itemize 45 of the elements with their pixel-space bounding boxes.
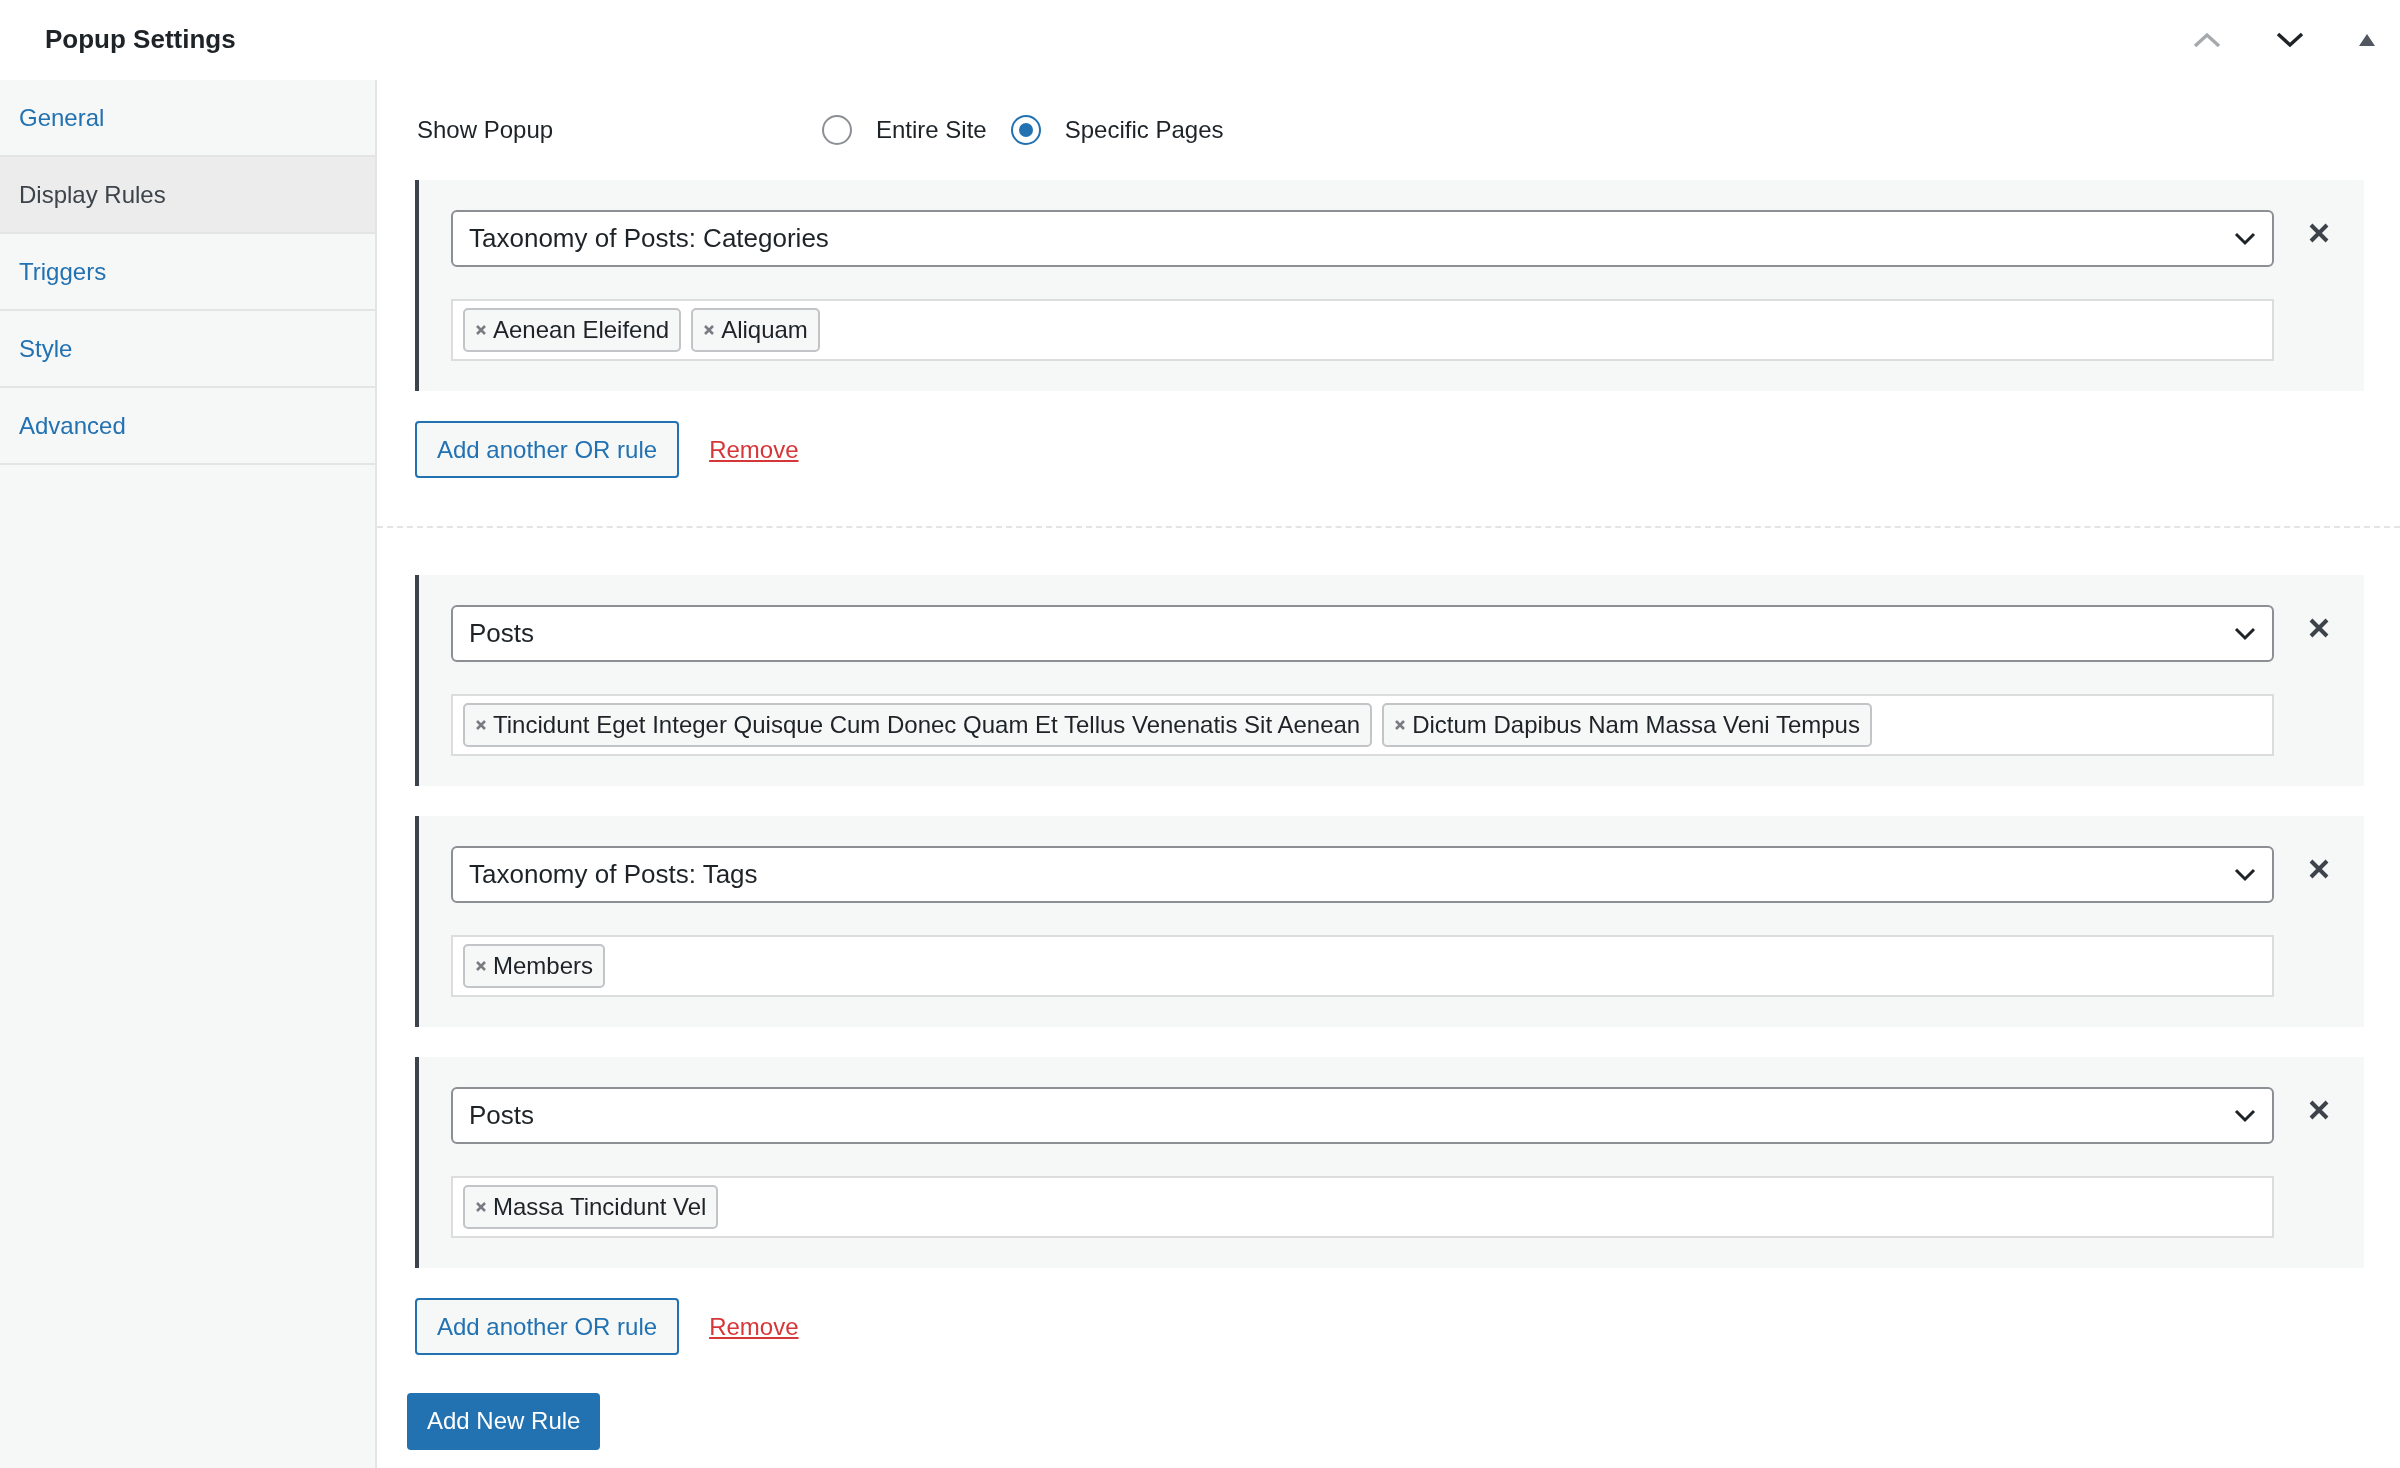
- chevron-down-icon[interactable]: [2234, 1108, 2256, 1123]
- tag-label: Members: [493, 951, 594, 981]
- close-icon[interactable]: [2308, 1099, 2330, 1121]
- remove-link[interactable]: Remove: [709, 431, 799, 468]
- add-new-rule-button[interactable]: Add New Rule: [407, 1392, 601, 1450]
- chevron-down-icon[interactable]: [2234, 231, 2256, 246]
- remove-icon[interactable]: [703, 324, 716, 336]
- sidebar-tab[interactable]: Display Rules: [0, 157, 375, 234]
- rule-type-select[interactable]: Posts: [451, 605, 2274, 662]
- panel-title: Popup Settings: [45, 24, 236, 56]
- remove-link[interactable]: Remove: [709, 1308, 799, 1345]
- sidebar-tab[interactable]: Triggers: [0, 234, 375, 311]
- tag-label: Massa Tincidunt Vel: [493, 1192, 707, 1222]
- radio-button[interactable]: [1010, 115, 1041, 145]
- remove-icon[interactable]: [1394, 719, 1407, 731]
- chevron-down-icon[interactable]: [2234, 626, 2256, 641]
- close-icon[interactable]: [2308, 222, 2330, 244]
- tag-label: Aliquam: [721, 315, 808, 345]
- tags-field[interactable]: Members: [451, 935, 2274, 997]
- close-icon[interactable]: [2308, 617, 2330, 639]
- add-or-rule-button[interactable]: Add another OR rule: [415, 1298, 680, 1355]
- close-icon[interactable]: [2308, 858, 2330, 880]
- chevron-down-icon[interactable]: [2276, 32, 2304, 48]
- radio-button[interactable]: [822, 115, 852, 145]
- remove-icon[interactable]: [475, 324, 487, 336]
- radio-label[interactable]: Specific Pages: [1064, 112, 1224, 148]
- tag-label: Tincidunt Eget Integer Quisque Cum Donec Quam Et Tellus Venenatis Sit Aenean: [493, 710, 1361, 740]
- tags-field[interactable]: Massa Tincidunt Vel: [451, 1176, 2274, 1238]
- remove-icon[interactable]: [475, 719, 487, 731]
- remove-icon[interactable]: [475, 1201, 487, 1213]
- tags-field[interactable]: Aenean Eleifend Aliquam: [451, 299, 2274, 361]
- rule-type-select[interactable]: Taxonomy of Posts: Tags: [451, 846, 2274, 903]
- tags-field[interactable]: Tincidunt Eget Integer Quisque Cum Donec Quam Et Tellus Venenatis Sit Aenean Dictum Dapibus Nam Massa Veni Tempus: [451, 694, 2274, 756]
- chevron-down-icon[interactable]: [2234, 867, 2256, 882]
- tag-label: Aenean Eleifend: [493, 315, 670, 345]
- sidebar-tab[interactable]: Advanced: [0, 388, 375, 465]
- rule-type-select[interactable]: Posts: [451, 1087, 2274, 1144]
- add-or-rule-button[interactable]: Add another OR rule: [415, 421, 680, 478]
- remove-icon[interactable]: [475, 960, 487, 972]
- rule-type-select[interactable]: Taxonomy of Posts: Categories: [451, 210, 2274, 267]
- sidebar-tab[interactable]: Style: [0, 311, 375, 388]
- field-label: Show Popup: [417, 115, 555, 145]
- radio-label[interactable]: Entire Site: [876, 112, 987, 148]
- tag-label: Dictum Dapibus Nam Massa Veni Tempus: [1412, 710, 1860, 740]
- triangle-up-icon[interactable]: [2359, 34, 2375, 46]
